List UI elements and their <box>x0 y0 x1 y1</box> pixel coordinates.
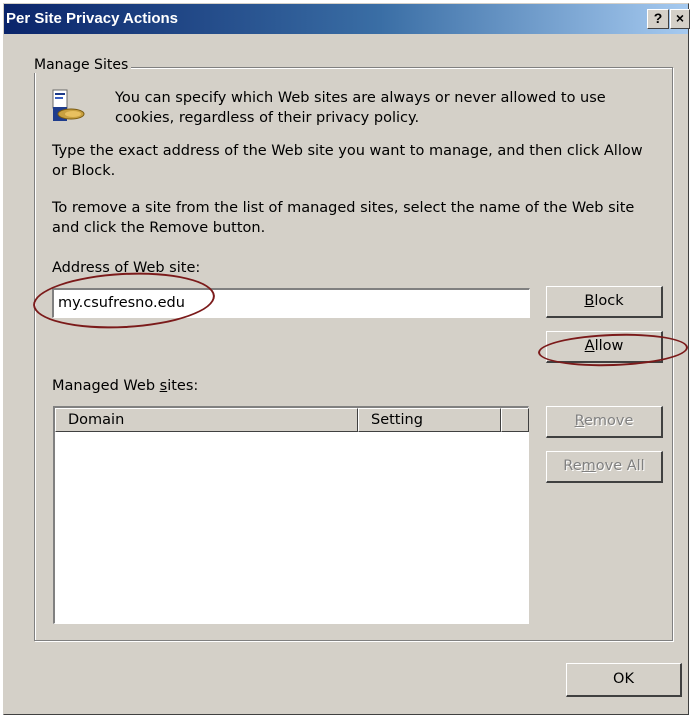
remove-button[interactable]: Remove <box>546 406 663 438</box>
instructions-line1: Type the exact address of the Web site y… <box>52 143 643 159</box>
help-button[interactable]: ? <box>647 9 669 29</box>
remove-help-line2: and click the Remove button. <box>52 220 266 236</box>
title-bar[interactable]: Per Site Privacy Actions ? × <box>4 4 690 34</box>
managed-sites-label: Managed Web sites: <box>52 378 199 394</box>
column-header-setting[interactable]: Setting <box>358 408 501 432</box>
remove-help-line1: To remove a site from the list of manage… <box>52 200 635 216</box>
managed-sites-list[interactable]: Domain Setting <box>53 406 529 624</box>
close-button[interactable]: × <box>670 9 690 29</box>
privacy-cookie-icon <box>49 87 89 127</box>
close-icon: × <box>675 10 685 26</box>
intro-text-line2: cookies, regardless of their privacy pol… <box>115 110 420 126</box>
window-title: Per Site Privacy Actions <box>6 10 179 27</box>
remove-all-button[interactable]: Remove All <box>546 451 663 483</box>
column-header-filler <box>501 408 529 432</box>
group-legend: Manage Sites <box>33 57 132 73</box>
column-header-domain[interactable]: Domain <box>55 408 358 432</box>
allow-button[interactable]: Allow <box>546 331 663 363</box>
ok-button[interactable]: OK <box>566 663 682 697</box>
instructions-line2: or Block. <box>52 163 116 179</box>
address-input[interactable]: my.csufresno.edu <box>52 288 530 318</box>
intro-text-line1: You can specify which Web sites are alwa… <box>115 90 606 106</box>
help-icon: ? <box>653 10 663 26</box>
block-button[interactable]: Block <box>546 286 663 318</box>
address-label: Address of Web site: <box>52 260 201 276</box>
